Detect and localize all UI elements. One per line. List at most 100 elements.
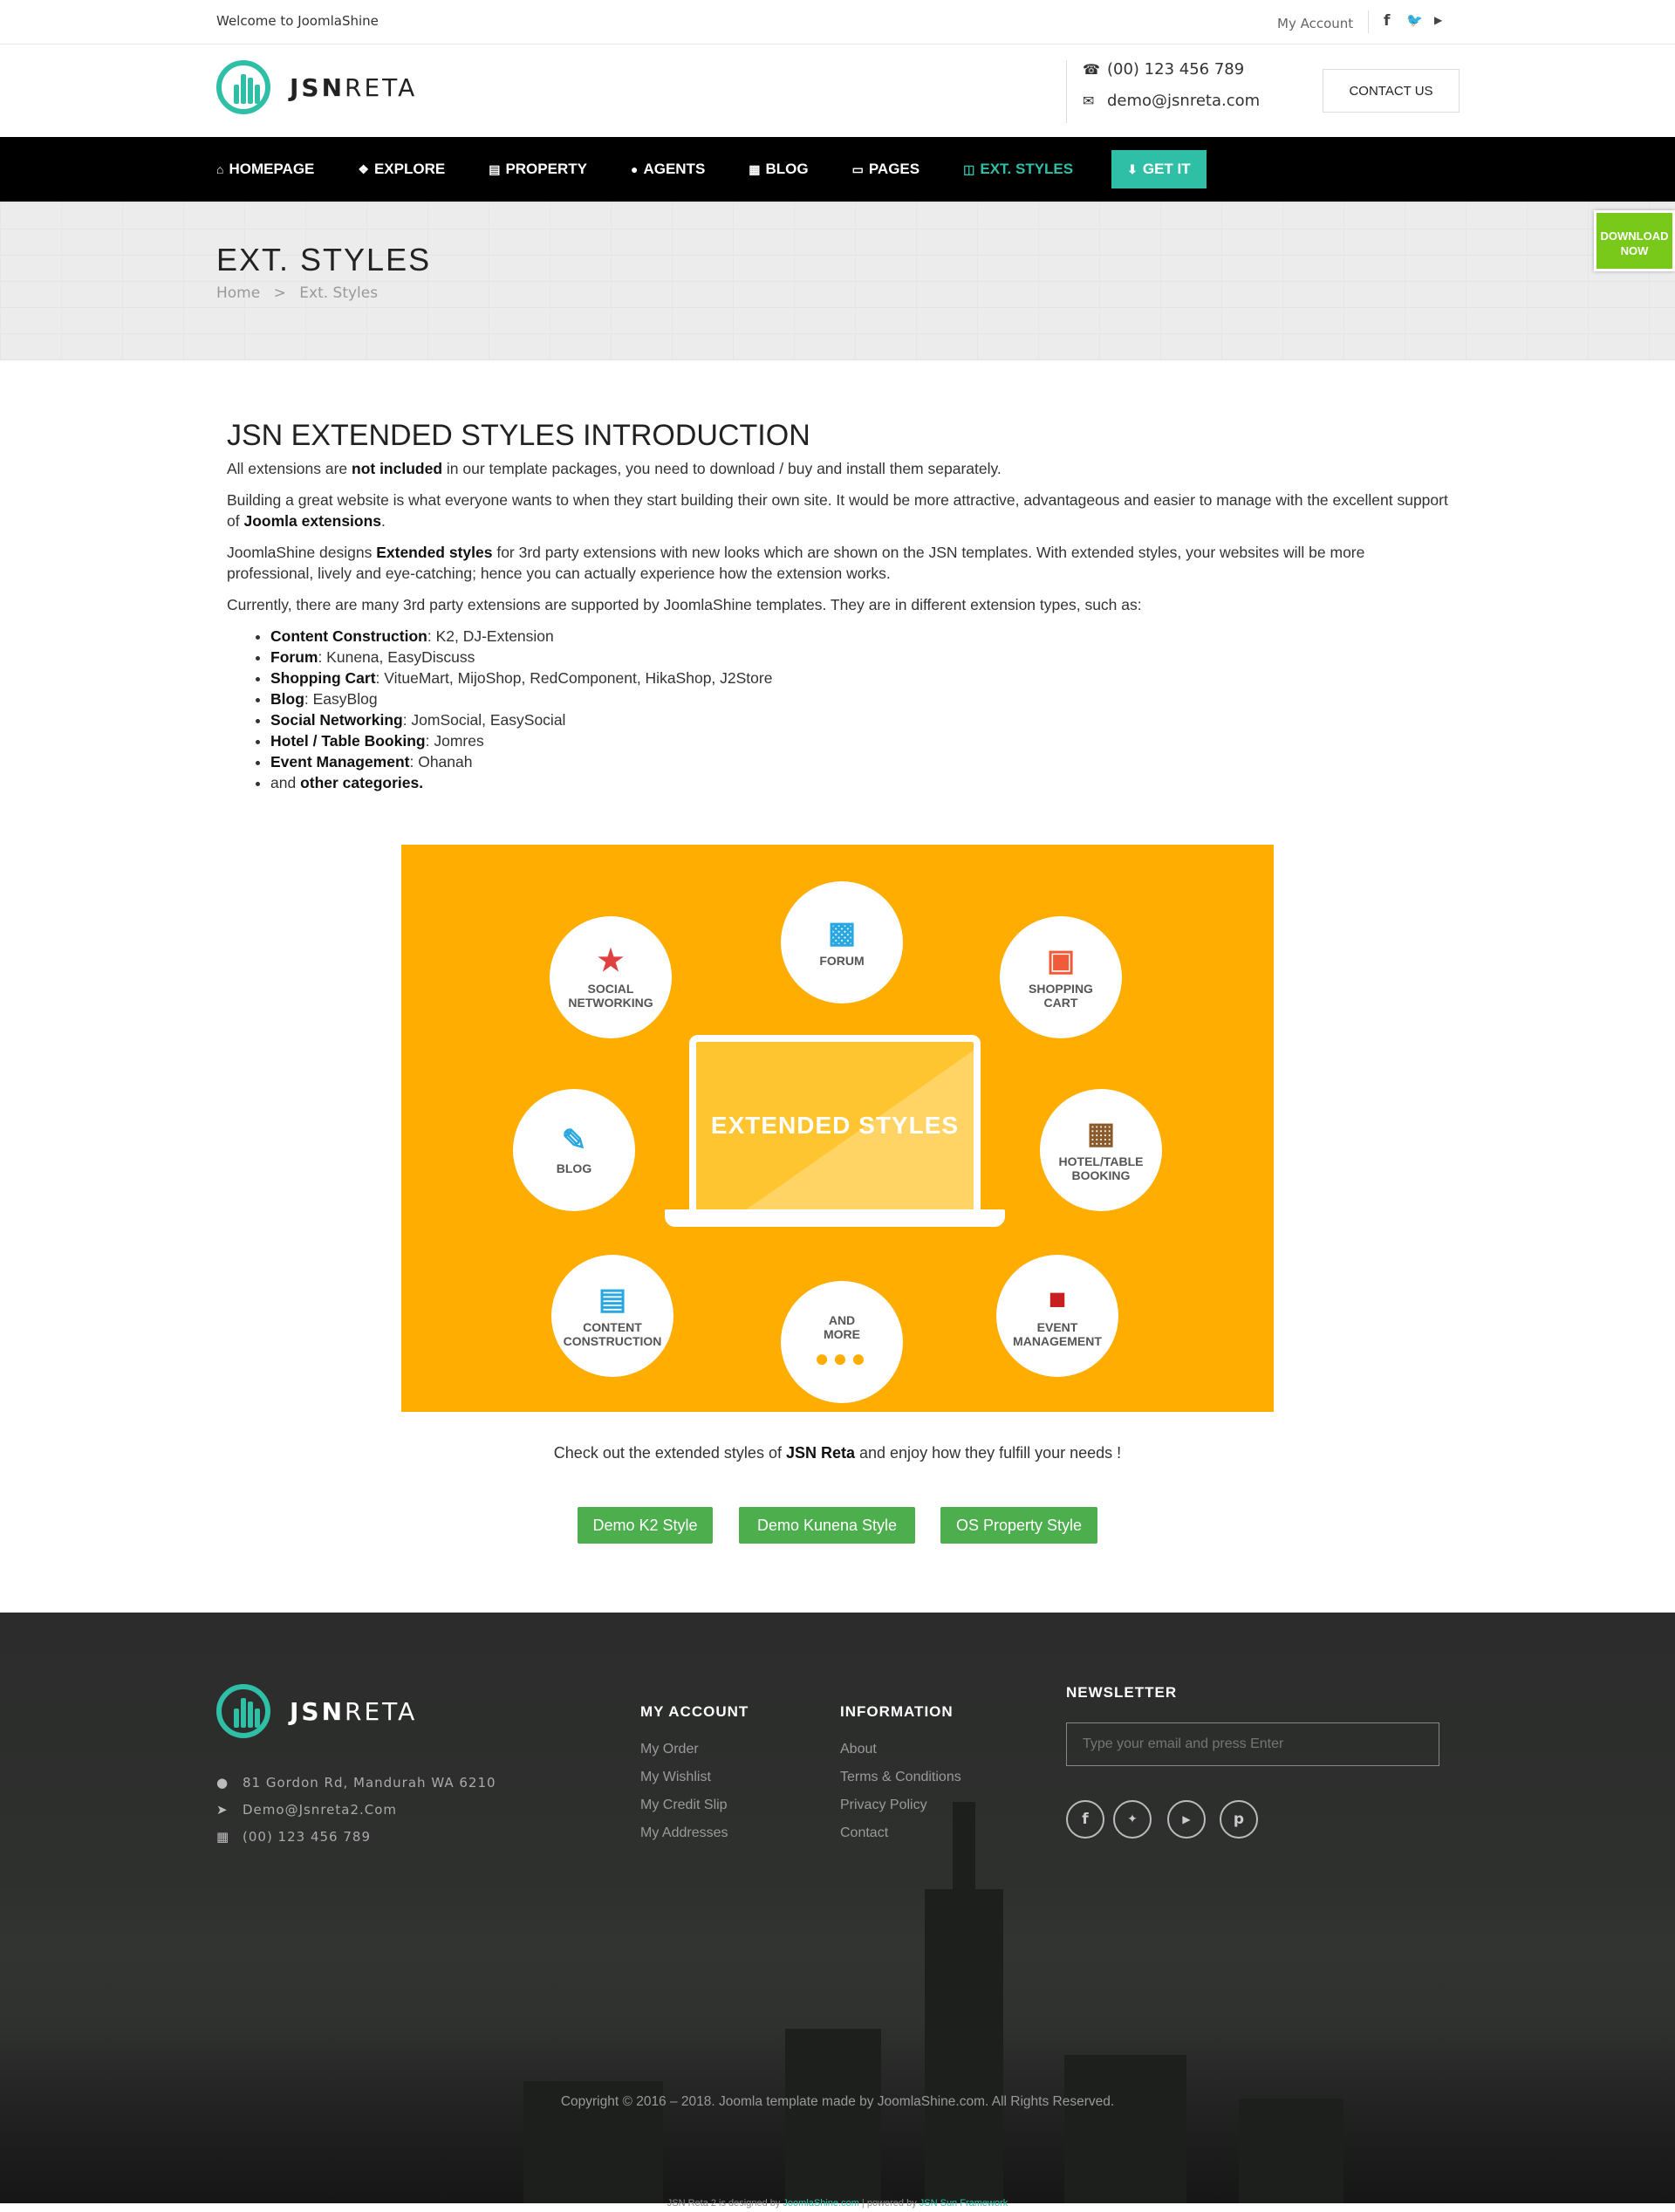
list-item: Social Networking: JomSocial, EasySocial bbox=[270, 709, 1448, 730]
credits-text: JSN Reta 2 is designed by JoomlaShine.co… bbox=[667, 2198, 1008, 2209]
welcome-text: Welcome to JoomlaShine bbox=[216, 13, 379, 29]
footer-link[interactable]: My Wishlist bbox=[640, 1770, 749, 1785]
copyright-text: Copyright © 2016 – 2018. Joomla template… bbox=[560, 2094, 1115, 2109]
footer-column-title: INFORMATION bbox=[840, 1703, 954, 1720]
footer-address: ● 81 Gordon Rd, Mandurah WA 6210 bbox=[216, 1770, 496, 1797]
nav-item-ext-styles[interactable]: ◫ EXT. STYLES bbox=[963, 161, 1073, 178]
demo-k2-style-button[interactable]: Demo K2 Style bbox=[578, 1507, 713, 1544]
checkout-text: Check out the extended styles of JSN Ret… bbox=[553, 1444, 1122, 1462]
nav-item-explore[interactable]: ❖ EXPLORE bbox=[358, 161, 445, 178]
footer-link[interactable]: Privacy Policy bbox=[840, 1798, 961, 1813]
footer-link[interactable]: My Credit Slip bbox=[640, 1798, 749, 1813]
site-footer: JSNRETA ● 81 Gordon Rd, Mandurah WA 6210 … bbox=[0, 1613, 1675, 2203]
list-item: Content Construction: K2, DJ-Extension bbox=[270, 626, 1448, 647]
site-logo[interactable]: JSNRETA bbox=[216, 60, 417, 114]
shopping-cart-bubble: ▣ SHOPPING CART bbox=[1000, 916, 1122, 1038]
list-item: and other categories. bbox=[270, 772, 1448, 793]
twitter-icon[interactable]: 🐦 bbox=[1406, 12, 1423, 28]
joomlashine-link[interactable]: JoomlaShine.com bbox=[783, 2198, 858, 2209]
top-bar: Welcome to JoomlaShine My Account f 🐦 ▶ bbox=[0, 0, 1675, 45]
skyline-spire bbox=[953, 1802, 975, 2203]
footer-link[interactable]: Terms & Conditions bbox=[840, 1770, 961, 1785]
facebook-icon[interactable]: f bbox=[1066, 1800, 1104, 1839]
youtube-icon[interactable]: ▶ bbox=[1434, 14, 1442, 26]
footer-link[interactable]: About bbox=[840, 1742, 961, 1757]
shopping-bag-icon: ▣ bbox=[1046, 944, 1076, 977]
home-icon: ⌂ bbox=[216, 162, 224, 176]
page-title: EXT. STYLES bbox=[216, 242, 432, 277]
nav-item-agents[interactable]: ● AGENTS bbox=[631, 161, 705, 178]
twitter-icon[interactable]: ✦ bbox=[1113, 1800, 1152, 1839]
breadcrumb: Home > Ext. Styles bbox=[216, 284, 378, 302]
list-item: Shopping Cart: VituеMart, MijoShop, RedC… bbox=[270, 668, 1448, 688]
newspaper-icon: ▦ bbox=[749, 161, 761, 176]
bubble-label: EVENT MANAGEMENT bbox=[1013, 1320, 1102, 1348]
breadcrumb-current: Ext. Styles bbox=[299, 284, 379, 302]
footer-my-account: MY ACCOUNT My Order My Wishlist My Credi… bbox=[640, 1703, 749, 1853]
building-icon: ▤ bbox=[489, 161, 501, 176]
footer-logo[interactable]: JSNRETA bbox=[216, 1684, 417, 1738]
nav-item-property[interactable]: ▤ PROPERTY bbox=[489, 161, 587, 178]
laptop-base bbox=[665, 1209, 1005, 1227]
bubble-label: AND MORE bbox=[824, 1313, 860, 1341]
main-nav: ⌂ HOMEPAGE ❖ EXPLORE ▤ PROPERTY ● AGENTS ▦ BL… bbox=[0, 137, 1675, 202]
footer-column-title: MY ACCOUNT bbox=[640, 1703, 749, 1720]
bubble-label: SHOPPING CART bbox=[1029, 982, 1093, 1010]
footer-column-title: NEWSLETTER bbox=[1066, 1684, 1178, 1701]
divider bbox=[1368, 10, 1369, 33]
facebook-icon[interactable]: f bbox=[1384, 12, 1390, 30]
contact-us-button[interactable]: CONTACT US bbox=[1323, 69, 1460, 113]
newsletter-email-input[interactable] bbox=[1066, 1722, 1439, 1766]
skyline-building bbox=[1239, 2099, 1343, 2203]
footer-contact: ● 81 Gordon Rd, Mandurah WA 6210 ➤ Demo@Js… bbox=[216, 1770, 496, 1851]
social-networking-bubble: ★ SOCIAL NETWORKING bbox=[550, 916, 672, 1038]
list-item: Forum: Kunena, EasyDiscuss bbox=[270, 647, 1448, 668]
nav-item-homepage[interactable]: ⌂ HOMEPAGE bbox=[216, 161, 314, 178]
extension-types-list: Content Construction: K2, DJ-Extension F… bbox=[270, 626, 1448, 793]
footer-link[interactable]: Contact bbox=[840, 1825, 961, 1841]
header-contact-block: ☎ (00) 123 456 789 ✉ demo@jsnreta.com bbox=[1066, 60, 1260, 123]
footer-link[interactable]: My Order bbox=[640, 1742, 749, 1757]
logo-mark-icon bbox=[216, 1684, 270, 1738]
blog-bubble: ✎ BLOG bbox=[513, 1089, 635, 1211]
bubble-label: HOTEL/TABLE BOOKING bbox=[1058, 1154, 1144, 1182]
laptop-screen-label: EXTENDED STYLES bbox=[710, 1112, 960, 1139]
ellipsis-icon: ●●● bbox=[814, 1345, 870, 1372]
footer-information: INFORMATION About Terms & Conditions Pri… bbox=[840, 1703, 961, 1853]
user-icon: ● bbox=[630, 162, 639, 176]
building-icon: ▦ bbox=[216, 1829, 230, 1845]
stage-curtain-icon: ■ bbox=[1048, 1283, 1067, 1316]
intro-paragraph-3: JoomlaShine designs Extended styles for … bbox=[227, 544, 1365, 582]
list-item: Hotel / Table Booking: Jomres bbox=[270, 730, 1448, 751]
skyline-building bbox=[1064, 2055, 1186, 2203]
pinterest-icon[interactable]: p bbox=[1220, 1800, 1258, 1839]
bubble-label: CONTENT CONSTRUCTION bbox=[563, 1320, 662, 1348]
demo-kunena-style-button[interactable]: Demo Kunena Style bbox=[739, 1507, 915, 1544]
pen-icon: ✎ bbox=[561, 1124, 587, 1157]
bubble-label: BLOG bbox=[556, 1161, 592, 1175]
map-pin-icon: ● bbox=[216, 1775, 229, 1791]
os-property-style-button[interactable]: OS Property Style bbox=[940, 1507, 1097, 1544]
download-now-tab[interactable]: DOWNLOAD NOW bbox=[1594, 210, 1675, 271]
hotel-booking-bubble: ▦ HOTEL/TABLE BOOKING bbox=[1040, 1089, 1162, 1211]
logo-text: JSNRETA bbox=[290, 72, 418, 102]
logo-mark-icon bbox=[216, 60, 270, 114]
nav-item-get-it[interactable]: ⬇ GET IT bbox=[1111, 150, 1207, 188]
breadcrumb-home[interactable]: Home bbox=[216, 284, 260, 302]
list-item: Event Management: Ohanah bbox=[270, 751, 1448, 772]
chat-bubble-icon: ▩ bbox=[827, 916, 857, 949]
nav-item-blog[interactable]: ▦ BLOG bbox=[749, 161, 808, 178]
my-account-link[interactable]: My Account bbox=[1277, 16, 1353, 31]
event-management-bubble: ■ EVENT MANAGEMENT bbox=[996, 1255, 1118, 1377]
cubes-icon: ❖ bbox=[358, 161, 369, 176]
browser-window-icon: ▤ bbox=[598, 1283, 627, 1316]
table-icon: ◫ bbox=[963, 161, 975, 176]
footer-link[interactable]: My Addresses bbox=[640, 1825, 749, 1841]
youtube-icon[interactable]: ▶ bbox=[1167, 1800, 1206, 1839]
skyline-building bbox=[785, 2029, 881, 2203]
footer-newsletter: NEWSLETTER bbox=[1066, 1684, 1177, 1722]
intro-paragraph-2: Building a great website is what everyon… bbox=[227, 491, 1448, 530]
sun-framework-link[interactable]: JSN Sun Framework bbox=[920, 2198, 1008, 2209]
file-icon: ▭ bbox=[851, 161, 864, 176]
nav-item-pages[interactable]: ▭ PAGES bbox=[852, 161, 920, 178]
